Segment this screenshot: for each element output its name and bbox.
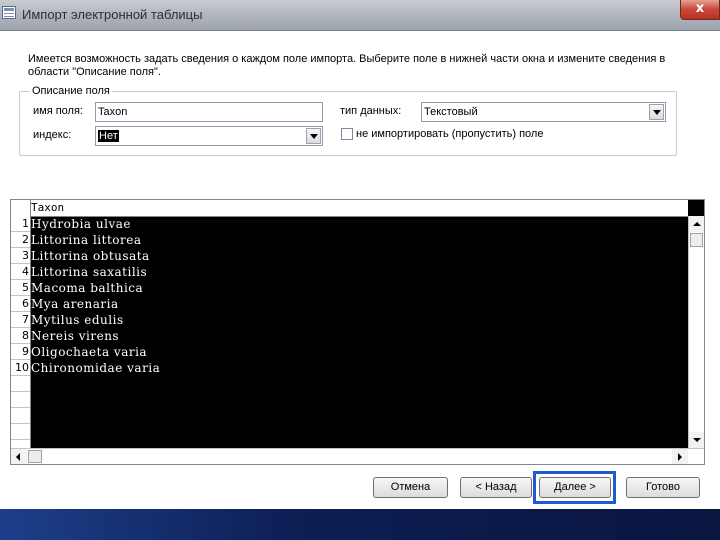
data-type-value: Текстовый	[424, 106, 478, 118]
cell-taxon: Mya arenaria	[31, 297, 119, 311]
row-number: 3	[11, 248, 30, 264]
scroll-right-button[interactable]	[672, 449, 688, 464]
grid-header: Taxon	[11, 200, 688, 217]
cell-taxon: Chironomidae varia	[31, 361, 161, 375]
horizontal-scroll-thumb[interactable]	[28, 450, 42, 463]
table-row[interactable]: 2 Littorina littorea	[11, 232, 688, 248]
cell-taxon: Littorina saxatilis	[31, 265, 148, 279]
index-label: индекс:	[33, 129, 72, 141]
field-name-input[interactable]: Taxon	[95, 102, 323, 122]
empty-row-number	[11, 408, 30, 424]
row-number: 8	[11, 328, 30, 344]
table-row[interactable]: 7 Mytilus edulis	[11, 312, 688, 328]
index-select[interactable]: Нет	[95, 126, 323, 146]
chevron-down-icon[interactable]	[649, 104, 664, 120]
back-button[interactable]: < Назад	[460, 477, 532, 498]
row-number: 5	[11, 280, 30, 296]
row-number: 2	[11, 232, 30, 248]
cell-taxon: Mytilus edulis	[31, 313, 124, 327]
cell-taxon: Hydrobia ulvae	[31, 217, 131, 231]
row-number: 6	[11, 296, 30, 312]
table-row[interactable]: 9 Oligochaeta varia	[11, 344, 688, 360]
table-row[interactable]: 6 Mya arenaria	[11, 296, 688, 312]
close-button[interactable]: x	[680, 0, 720, 20]
chevron-down-icon[interactable]	[306, 128, 321, 144]
arrow-right-icon	[678, 453, 682, 461]
table-row[interactable]: 3 Littorina obtusata	[11, 248, 688, 264]
finish-button[interactable]: Готово	[626, 477, 700, 498]
data-type-select[interactable]: Текстовый	[421, 102, 666, 122]
arrow-up-icon	[693, 222, 701, 226]
data-type-label: тип данных:	[340, 105, 402, 117]
cell-taxon: Nereis virens	[31, 329, 120, 343]
empty-row-number	[11, 424, 30, 440]
skip-field-label: не импортировать (пропустить) поле	[356, 128, 544, 140]
preview-grid[interactable]: Taxon 1 Hydrobia ulvae 2 Littorina litto…	[10, 199, 705, 465]
table-row[interactable]: 1 Hydrobia ulvae	[11, 216, 688, 232]
window-title: Импорт электронной таблицы	[22, 7, 203, 22]
row-number: 1	[11, 216, 30, 232]
empty-row-number	[11, 392, 30, 408]
cell-taxon: Macoma balthica	[31, 281, 144, 295]
info-text: Имеется возможность задать сведения о ка…	[28, 53, 666, 78]
vertical-scroll-thumb[interactable]	[690, 233, 703, 247]
index-value: Нет	[98, 130, 119, 142]
scroll-down-button[interactable]	[689, 432, 704, 448]
scroll-left-button[interactable]	[11, 449, 27, 464]
empty-row-number	[11, 376, 30, 392]
table-row[interactable]: 5 Macoma balthica	[11, 280, 688, 296]
skip-field-checkbox[interactable]	[341, 128, 353, 140]
row-number: 4	[11, 264, 30, 280]
cell-taxon: Oligochaeta varia	[31, 345, 148, 359]
horizontal-scrollbar[interactable]	[11, 448, 704, 464]
title-bar: Импорт электронной таблицы x	[0, 0, 720, 31]
spreadsheet-icon	[2, 6, 16, 19]
arrow-down-icon	[693, 438, 701, 442]
row-number: 10	[11, 360, 30, 376]
scroll-up-button[interactable]	[689, 216, 704, 232]
row-number: 7	[11, 312, 30, 328]
table-row[interactable]: 8 Nereis virens	[11, 328, 688, 344]
cell-taxon: Littorina obtusata	[31, 249, 150, 263]
field-name-label: имя поля:	[33, 105, 83, 117]
cancel-button[interactable]: Отмена	[373, 477, 448, 498]
column-header-taxon[interactable]: Taxon	[31, 201, 64, 214]
row-number: 9	[11, 344, 30, 360]
cell-taxon: Littorina littorea	[31, 233, 142, 247]
field-description-legend: Описание поля	[30, 85, 112, 97]
field-description-group	[19, 91, 677, 156]
grid-corner	[11, 200, 31, 216]
taskbar	[0, 509, 720, 540]
vertical-scrollbar[interactable]	[688, 216, 704, 448]
table-row[interactable]: 4 Littorina saxatilis	[11, 264, 688, 280]
arrow-left-icon	[16, 453, 20, 461]
next-button[interactable]: Далее >	[539, 477, 611, 498]
table-row[interactable]: 10 Chironomidae varia	[11, 360, 688, 376]
